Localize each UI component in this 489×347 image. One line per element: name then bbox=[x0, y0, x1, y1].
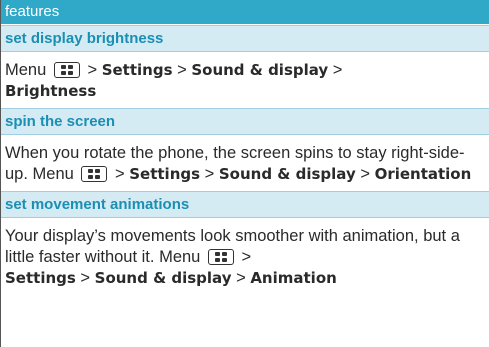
separator: > bbox=[177, 61, 187, 79]
sound-display-label: Sound & display bbox=[218, 165, 356, 183]
section-title-spin: spin the screen bbox=[5, 113, 116, 130]
separator: > bbox=[80, 269, 91, 287]
menu-key-icon bbox=[53, 62, 80, 78]
section-title-brightness: set display brightness bbox=[5, 30, 164, 47]
section-body-brightness: Menu > Settings > Sound & display > Brig… bbox=[1, 52, 489, 108]
section-heading: set movement animations bbox=[1, 191, 489, 218]
separator: > bbox=[332, 61, 343, 79]
separator: > bbox=[87, 61, 98, 79]
section-body-animations: Your display’s movements look smoother w… bbox=[1, 218, 489, 295]
section-title-animations: set movement animations bbox=[5, 196, 190, 213]
orientation-label: Orientation bbox=[374, 165, 472, 183]
section-body-spin: When you rotate the phone, the screen sp… bbox=[1, 135, 489, 191]
section-heading: spin the screen bbox=[1, 108, 489, 135]
features-table: features set display brightness Menu > S… bbox=[0, 0, 489, 347]
header-title: features bbox=[5, 3, 60, 20]
separator: > bbox=[360, 165, 370, 183]
sound-display-label: Sound & display bbox=[94, 269, 232, 287]
separator: > bbox=[241, 248, 252, 266]
table-header: features bbox=[1, 0, 489, 25]
separator: > bbox=[115, 165, 125, 183]
section-heading: set display brightness bbox=[1, 25, 489, 52]
separator: > bbox=[236, 269, 246, 287]
menu-word: Menu bbox=[159, 248, 201, 266]
menu-key-icon bbox=[207, 249, 234, 265]
settings-label: Settings bbox=[5, 269, 76, 287]
animation-label: Animation bbox=[250, 269, 337, 287]
sound-display-label: Sound & display bbox=[191, 61, 329, 79]
menu-word: Menu bbox=[32, 165, 74, 183]
menu-word: Menu bbox=[5, 61, 47, 79]
menu-key-icon bbox=[81, 166, 108, 182]
settings-label: Settings bbox=[129, 165, 201, 183]
settings-label: Settings bbox=[101, 61, 173, 79]
separator: > bbox=[204, 165, 215, 183]
brightness-label: Brightness bbox=[5, 82, 97, 100]
